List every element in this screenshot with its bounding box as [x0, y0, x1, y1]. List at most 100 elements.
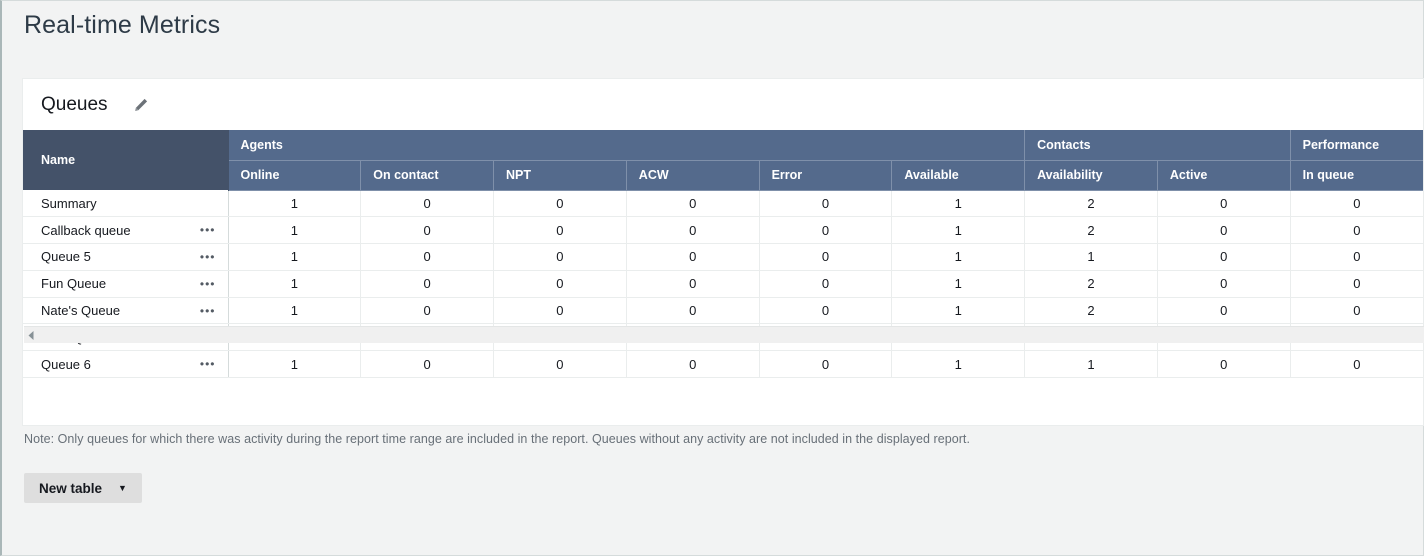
queues-table-card: Queues Name Agents Contacts Performance — [22, 78, 1424, 426]
metric-cell: 1 — [892, 351, 1025, 378]
metric-cell: 0 — [494, 270, 627, 297]
real-time-metrics-page: Real-time Metrics Queues Name Agents Con… — [0, 0, 1424, 556]
metric-cell: 0 — [1157, 270, 1290, 297]
metric-cell: 0 — [494, 351, 627, 378]
metric-cell: 0 — [759, 270, 892, 297]
metric-cell: 0 — [361, 217, 494, 244]
metric-cell: 0 — [361, 351, 494, 378]
row-name-cell: Fun Queue ••• — [23, 270, 228, 297]
metric-cell: 1 — [228, 297, 361, 324]
row-overflow-menu-icon[interactable]: ••• — [196, 360, 220, 368]
table-row[interactable]: Nate's Queue•••100001200 — [23, 297, 1423, 324]
column-header-availability[interactable]: Availability — [1025, 160, 1158, 190]
metric-cell: 0 — [626, 297, 759, 324]
group-header-agents: Agents — [228, 130, 1025, 160]
metric-cell: 1 — [1025, 244, 1158, 271]
metric-cell: 1 — [228, 217, 361, 244]
metric-cell: 0 — [361, 270, 494, 297]
metric-cell: 0 — [494, 297, 627, 324]
column-header-active[interactable]: Active — [1157, 160, 1290, 190]
column-header-acw[interactable]: ACW — [626, 160, 759, 190]
pencil-icon[interactable] — [132, 96, 150, 114]
metric-cell: 0 — [361, 190, 494, 217]
row-overflow-menu-icon[interactable]: ••• — [196, 307, 220, 315]
metric-cell: 1 — [892, 297, 1025, 324]
metric-cell: 0 — [759, 351, 892, 378]
metric-cell: 1 — [892, 217, 1025, 244]
metric-cell: 1 — [892, 270, 1025, 297]
metric-cell: 0 — [759, 217, 892, 244]
horizontal-scrollbar[interactable] — [24, 326, 1424, 343]
metric-cell: 0 — [1157, 351, 1290, 378]
table-row[interactable]: Fun Queue•••100001200 — [23, 270, 1423, 297]
metric-cell: 2 — [1025, 190, 1158, 217]
caret-left-icon[interactable] — [24, 327, 39, 344]
metric-cell: 0 — [626, 244, 759, 271]
metric-cell: 1 — [228, 244, 361, 271]
column-header-in-queue[interactable]: In queue — [1290, 160, 1423, 190]
card-title: Queues — [41, 94, 108, 116]
metric-cell: 0 — [494, 217, 627, 244]
metric-cell: 0 — [1157, 297, 1290, 324]
column-header-row: Online On contact NPT ACW Error Availabl… — [23, 160, 1423, 190]
metric-cell: 0 — [1290, 351, 1423, 378]
metric-cell: 0 — [626, 190, 759, 217]
metric-cell: 1 — [892, 190, 1025, 217]
group-header-performance: Performance — [1290, 130, 1423, 160]
row-name-cell: Nate's Queue••• — [23, 297, 228, 324]
table-row[interactable]: Callback queue•••100001200 — [23, 217, 1423, 244]
metric-cell: 0 — [494, 190, 627, 217]
metric-cell: 2 — [1025, 270, 1158, 297]
metric-cell: 0 — [361, 244, 494, 271]
table-row[interactable]: Queue 6•••100001100 — [23, 351, 1423, 378]
row-name-inner: Nate's Queue••• — [41, 303, 220, 318]
column-header-available[interactable]: Available — [892, 160, 1025, 190]
row-overflow-menu-icon[interactable]: ••• — [196, 226, 220, 234]
metric-cell: 0 — [1157, 217, 1290, 244]
row-name-cell: Summary — [23, 190, 228, 217]
row-name-inner: Fun Queue ••• — [41, 276, 220, 291]
group-header-contacts: Contacts — [1025, 130, 1291, 160]
row-name-label: Summary — [41, 196, 97, 211]
row-name-cell: Queue 6 ••• — [23, 351, 228, 378]
row-overflow-menu-icon[interactable]: ••• — [196, 253, 220, 261]
row-overflow-menu-icon[interactable]: ••• — [196, 280, 220, 288]
row-name-inner: Queue 6 ••• — [41, 357, 220, 372]
new-table-button[interactable]: New table ▼ — [24, 473, 142, 503]
metric-cell: 0 — [626, 351, 759, 378]
metric-cell: 1 — [892, 244, 1025, 271]
row-name-label: Queue 6 — [41, 357, 91, 372]
metric-cell: 0 — [361, 297, 494, 324]
metric-cell: 1 — [1025, 351, 1158, 378]
metric-cell: 0 — [759, 297, 892, 324]
metric-cell: 0 — [1157, 244, 1290, 271]
group-header-row: Name Agents Contacts Performance — [23, 130, 1423, 160]
metric-cell: 0 — [759, 244, 892, 271]
metric-cell: 0 — [1290, 297, 1423, 324]
row-name-cell: Callback queue••• — [23, 217, 228, 244]
metric-cell: 0 — [1290, 244, 1423, 271]
row-name-inner: Summary — [41, 196, 220, 211]
metric-cell: 0 — [1290, 270, 1423, 297]
row-name-inner: Queue 5••• — [41, 249, 220, 264]
metric-cell: 0 — [1290, 190, 1423, 217]
table-row[interactable]: Summary100001200 — [23, 190, 1423, 217]
metric-cell: 0 — [626, 270, 759, 297]
metric-cell: 1 — [228, 270, 361, 297]
metric-cell: 2 — [1025, 217, 1158, 244]
table-head: Name Agents Contacts Performance Online … — [23, 130, 1423, 190]
table-body: Summary100001200Callback queue•••1000012… — [23, 190, 1423, 378]
card-header: Queues — [23, 79, 1423, 130]
metric-cell: 0 — [1290, 217, 1423, 244]
report-note: Note: Only queues for which there was ac… — [24, 432, 970, 446]
metric-cell: 0 — [494, 244, 627, 271]
table-row[interactable]: Queue 5•••100001100 — [23, 244, 1423, 271]
column-header-on-contact[interactable]: On contact — [361, 160, 494, 190]
row-name-label: Fun Queue — [41, 276, 106, 291]
column-header-online[interactable]: Online — [228, 160, 361, 190]
column-header-npt[interactable]: NPT — [494, 160, 627, 190]
column-header-name[interactable]: Name — [23, 130, 228, 190]
column-header-error[interactable]: Error — [759, 160, 892, 190]
row-name-inner: Callback queue••• — [41, 223, 220, 238]
page-title: Real-time Metrics — [24, 11, 220, 40]
